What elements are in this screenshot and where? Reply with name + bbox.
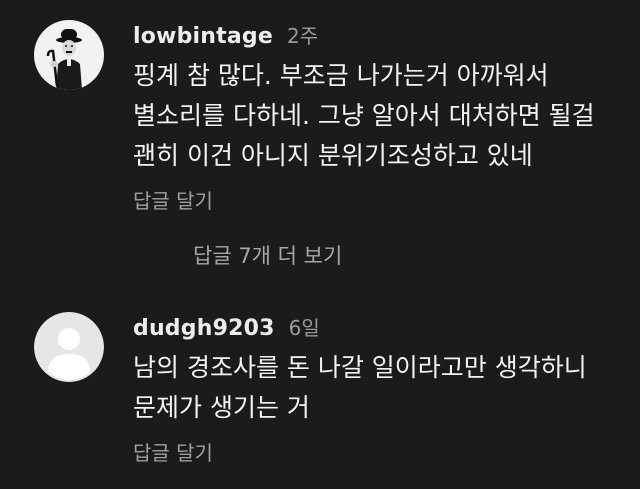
comment-text-line: 핑계 참 많다. 부조금 나가는거 아까워서 <box>133 61 549 90</box>
comment-author[interactable]: lowbintage <box>133 24 273 49</box>
chaplin-portrait-avatar-icon <box>34 20 104 90</box>
avatar[interactable] <box>34 20 104 90</box>
comment-body: 핑계 참 많다. 부조금 나가는거 아까워서 별소리를 다하네. 그냥 알아서 … <box>133 56 623 176</box>
comments-page: lowbintage 2주 핑계 참 많다. 부조금 나가는거 아까워서 별소리… <box>0 0 640 489</box>
view-more-replies-button[interactable]: 답글 7개 더 보기 <box>193 240 342 270</box>
comment-timestamp: 6일 <box>288 316 320 340</box>
comment-header: dudgh9203 6일 <box>133 312 320 341</box>
comment-body: 남의 경조사를 돈 나갈 일이라고만 생각하니 문제가 생기는 거 <box>133 348 623 428</box>
comment-text-line: 별소리를 다하네. 그냥 알아서 대처하면 될걸 <box>133 101 595 130</box>
reply-button[interactable]: 답글 달기 <box>133 185 213 214</box>
avatar[interactable] <box>34 312 104 382</box>
comment-text-line: 문제가 생기는 거 <box>133 393 310 422</box>
comment-author[interactable]: dudgh9203 <box>133 316 275 341</box>
comment-text-line: 괜히 이건 아니지 분위기조성하고 있네 <box>133 141 533 170</box>
comment-header: lowbintage 2주 <box>133 20 318 49</box>
default-user-avatar-icon <box>34 312 104 382</box>
comment-text-line: 남의 경조사를 돈 나갈 일이라고만 생각하니 <box>133 353 587 382</box>
reply-button[interactable]: 답글 달기 <box>133 437 213 466</box>
comment-timestamp: 2주 <box>286 24 319 48</box>
